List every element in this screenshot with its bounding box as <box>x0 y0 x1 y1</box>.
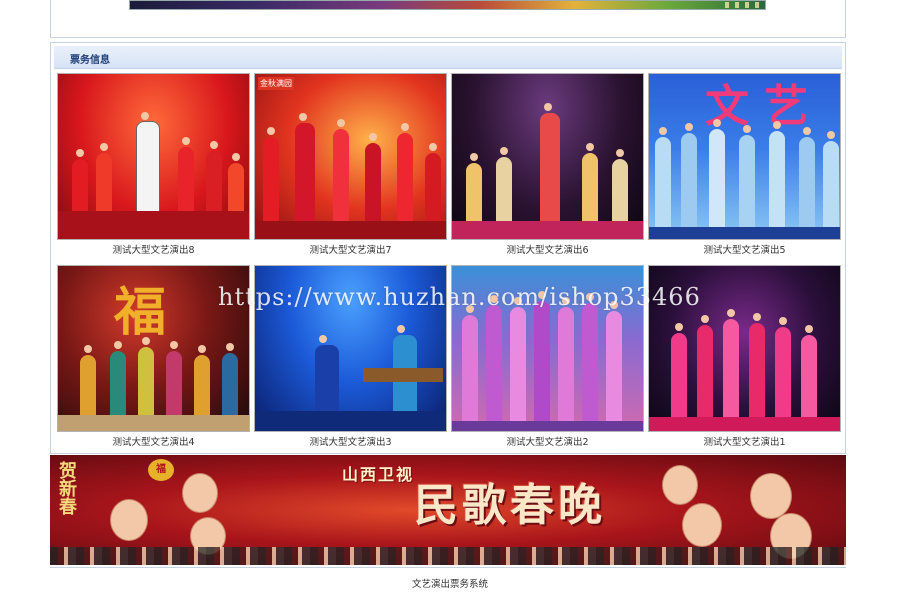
panel-header: 票务信息 <box>54 46 842 69</box>
show-title[interactable]: 测试大型文艺演出5 <box>648 242 841 256</box>
show-card[interactable]: 文 艺 测试大型文艺演出5 <box>648 73 841 256</box>
show-title[interactable]: 测试大型文艺演出7 <box>254 242 447 256</box>
show-title[interactable]: 测试大型文艺演出8 <box>57 242 250 256</box>
section-title: 票务信息 <box>70 55 110 66</box>
footer-text: 文艺演出票务系统 <box>411 579 488 590</box>
show-title[interactable]: 测试大型文艺演出6 <box>451 242 644 256</box>
show-card[interactable]: 测试大型文艺演出6 <box>451 73 644 256</box>
poster-big-text: 福 <box>114 282 167 343</box>
show-poster-image[interactable]: 文 艺 <box>648 73 841 240</box>
show-poster-image[interactable] <box>57 73 250 240</box>
top-banner-mark <box>745 2 749 8</box>
show-card[interactable]: 金秋满园 测试大型文艺演出7 <box>254 73 447 256</box>
watermark-url: https://www.huzhan.com/ishop33466 <box>218 283 701 311</box>
show-card[interactable]: 测试大型文艺演出8 <box>57 73 250 256</box>
fu-badge: 福 <box>148 459 174 481</box>
footer-divider <box>50 567 846 568</box>
show-title[interactable]: 测试大型文艺演出3 <box>254 434 447 448</box>
top-banner-mark <box>755 2 759 8</box>
banner-title: 民歌春晚 <box>414 480 606 531</box>
banner-crowd <box>50 547 846 565</box>
banner-left-text: 贺新春 <box>56 461 77 515</box>
ticket-info-panel: 票务信息 测试大型文艺演出8 金秋满园 测试大型文艺演出7 测试大型文艺演出6 … <box>50 42 846 454</box>
performer-face <box>110 499 148 541</box>
bottom-banner-image[interactable]: 贺新春 福 山西卫视 民歌春晚 <box>50 455 846 565</box>
show-title[interactable]: 测试大型文艺演出2 <box>451 434 644 448</box>
show-title[interactable]: 测试大型文艺演出4 <box>57 434 250 448</box>
top-banner-mark <box>735 2 739 8</box>
show-title[interactable]: 测试大型文艺演出1 <box>648 434 841 448</box>
poster-tag: 金秋满园 <box>258 77 294 90</box>
top-banner-marks <box>725 2 759 8</box>
performer-face <box>682 503 722 547</box>
show-poster-image[interactable] <box>451 73 644 240</box>
performer-face <box>750 473 792 519</box>
top-banner-image[interactable] <box>129 0 766 10</box>
performer-face <box>182 473 218 513</box>
show-poster-image[interactable]: 金秋满园 <box>254 73 447 240</box>
top-banner-mark <box>725 2 729 8</box>
performer-face <box>662 465 698 505</box>
